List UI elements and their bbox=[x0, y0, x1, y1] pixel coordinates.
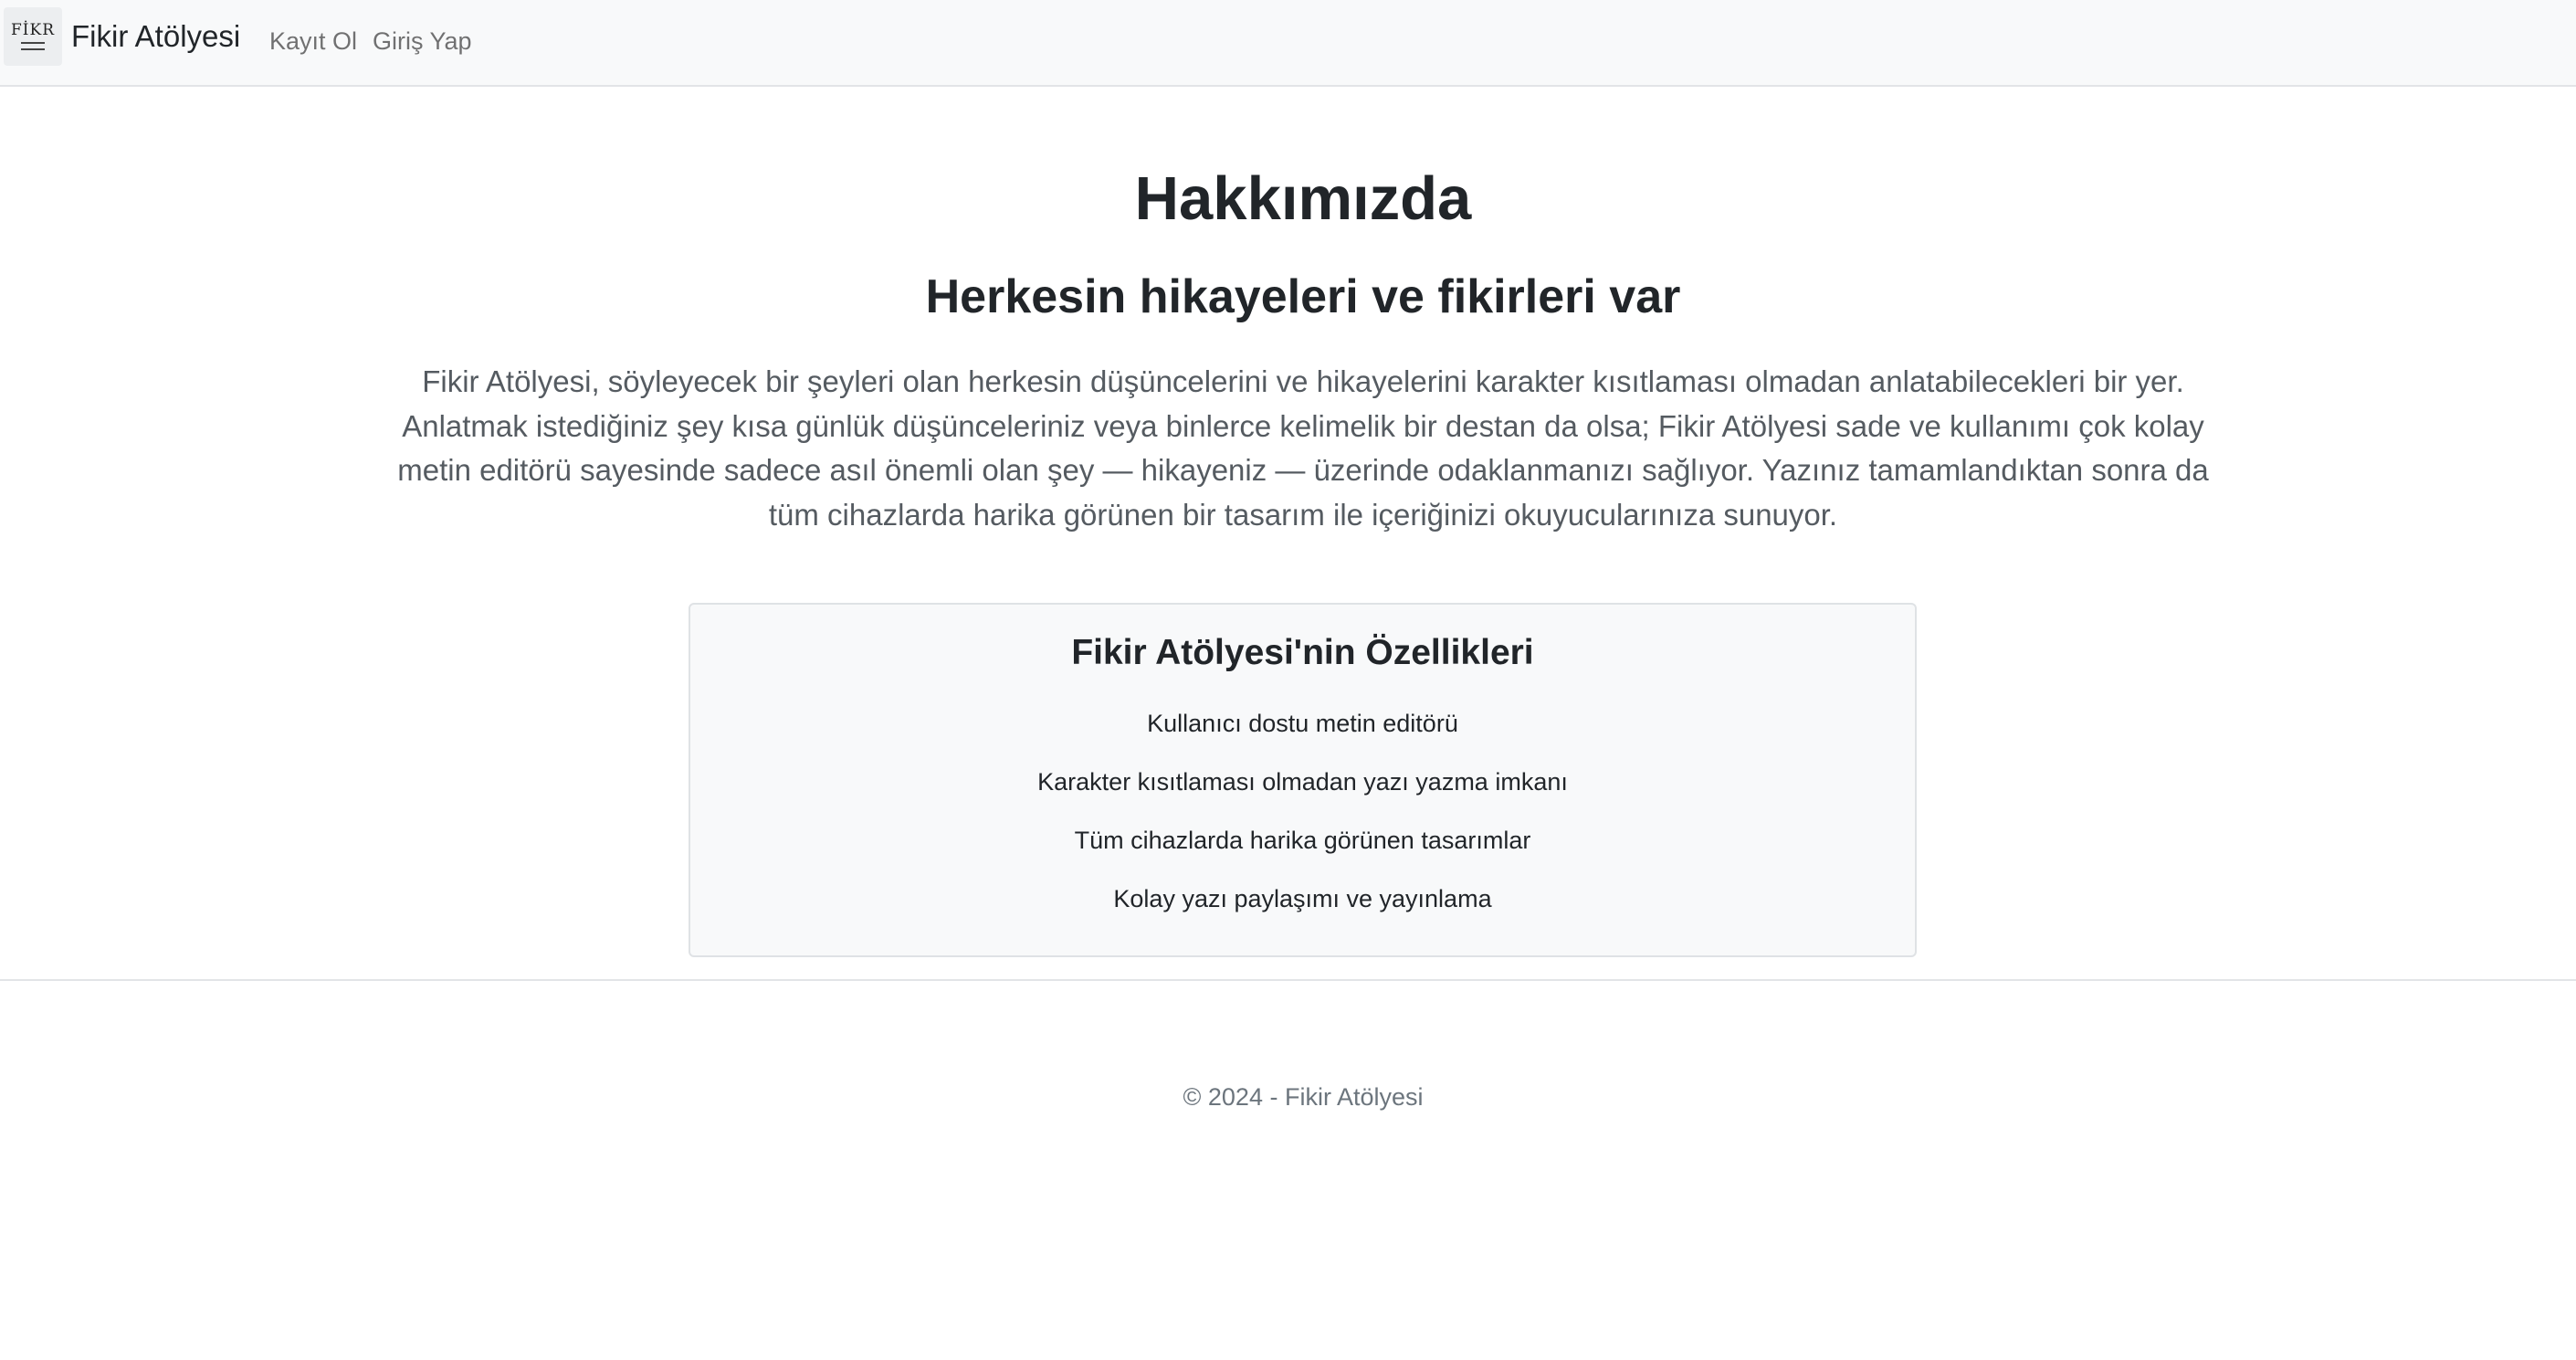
brand-name-link[interactable]: Fikir Atölyesi bbox=[71, 16, 240, 57]
feature-item: Karakter kısıtlaması olmadan yazı yazma … bbox=[1037, 768, 1568, 796]
feature-item: Tüm cihazlarda harika görünen tasarımlar bbox=[1074, 827, 1531, 854]
brand-logo[interactable]: FİKR bbox=[4, 7, 62, 66]
feature-item: Kullanıcı dostu metin editörü bbox=[1147, 710, 1458, 737]
about-description: Fikir Atölyesi, söyleyecek bir şeyleri o… bbox=[397, 364, 2209, 532]
logo-wordmark: FİKR bbox=[10, 21, 55, 39]
page-subtitle: Herkesin hikayeleri ve fikirleri var bbox=[925, 270, 1681, 323]
page-title: Hakkımızda bbox=[1134, 164, 1472, 233]
footer-copyright: © 2024 - Fikir Atölyesi bbox=[1183, 1083, 1424, 1111]
navbar: FİKR Fikir Atölyesi Kayıt Ol Giriş Yap bbox=[0, 0, 2576, 87]
features-list: Kullanıcı dostu metin editörü Karakter k… bbox=[690, 707, 1915, 941]
nav-link-login[interactable]: Giriş Yap bbox=[373, 24, 472, 58]
features-title: Fikir Atölyesi'nin Özellikleri bbox=[1071, 633, 1534, 672]
logo-ornament-icon bbox=[21, 42, 45, 50]
footer-divider bbox=[0, 979, 2576, 981]
feature-item: Kolay yazı paylaşımı ve yayınlama bbox=[1113, 885, 1492, 912]
nav-link-register[interactable]: Kayıt Ol bbox=[269, 24, 357, 58]
features-card: Fikir Atölyesi'nin Özellikleri Kullanıcı… bbox=[689, 603, 1917, 957]
